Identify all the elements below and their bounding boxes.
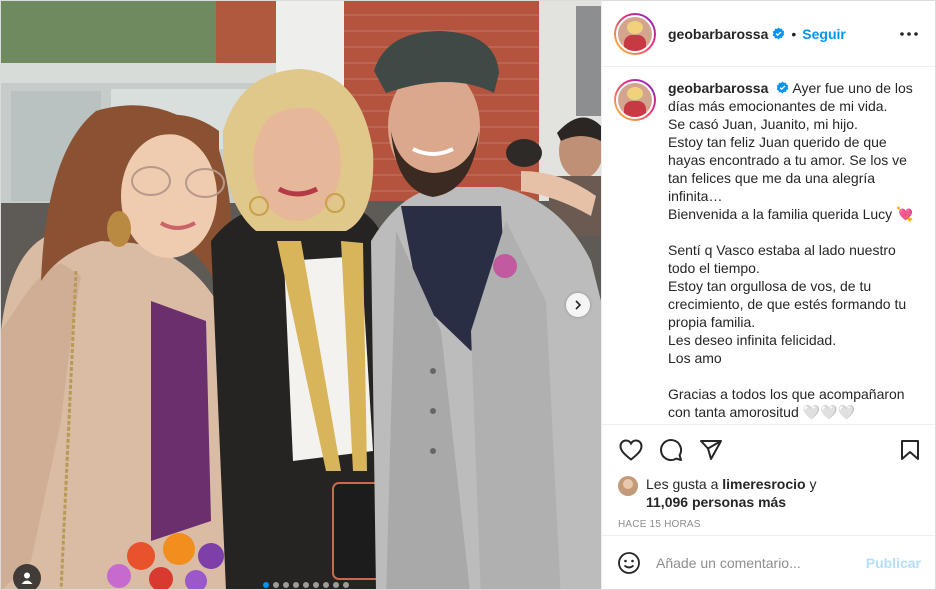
comment-input[interactable] (656, 554, 866, 571)
liker-avatar[interactable] (618, 476, 638, 496)
carousel-dot (323, 582, 329, 588)
chevron-right-icon (575, 300, 582, 310)
caption-line: Estoy tan orgullosa de vos, de tu crecim… (668, 278, 907, 330)
likes-summary: Les gusta a limeresrocio y 11,096 person… (602, 475, 935, 511)
emoji-icon[interactable] (616, 550, 642, 576)
heart-icon[interactable] (618, 437, 644, 463)
comment-icon[interactable] (658, 437, 684, 463)
likes-connector: y (809, 476, 817, 492)
post-timestamp[interactable]: HACE 15 HORAS (602, 511, 935, 530)
share-icon[interactable] (698, 437, 724, 463)
liker-username[interactable]: limeresrocio (722, 476, 805, 492)
user-tag-icon (21, 572, 33, 584)
author-username[interactable]: geobarbarossa (668, 26, 768, 42)
carousel-dot (333, 582, 339, 588)
caption-line (668, 223, 920, 241)
carousel-dot (303, 582, 309, 588)
tagged-users-button[interactable] (13, 564, 41, 589)
photo-illustration (1, 1, 601, 589)
caption-line: Bienvenida a la familia querida Lucy 💘 (668, 206, 914, 222)
carousel-dot (273, 582, 279, 588)
carousel-dot (313, 582, 319, 588)
caption-section: geobarbarossa Ayer fue uno de los días m… (602, 67, 935, 425)
more-options-icon[interactable] (897, 22, 921, 46)
action-bar (602, 425, 935, 475)
instagram-post: geobarbarossa • Seguir geobarbarossa Aye… (0, 0, 936, 590)
comment-box: Publicar (602, 535, 935, 589)
caption-author-avatar[interactable] (614, 79, 656, 121)
likes-count[interactable]: 11,096 personas más (646, 494, 786, 510)
caption-line: Se casó Juan, Juanito, mi hijo. (668, 116, 858, 132)
caption-username[interactable]: geobarbarossa (668, 80, 768, 96)
post-header: geobarbarossa • Seguir (602, 1, 935, 67)
author-avatar[interactable] (614, 12, 656, 55)
caption-line: Les deseo infinita felicidad. (668, 332, 837, 348)
save-icon[interactable] (897, 437, 923, 463)
verified-badge-icon (772, 27, 785, 40)
post-details-panel: geobarbarossa • Seguir geobarbarossa Aye… (601, 1, 935, 589)
carousel-indicator (263, 582, 349, 588)
publish-button[interactable]: Publicar (866, 555, 921, 571)
post-photo[interactable] (1, 1, 601, 589)
carousel-dot (293, 582, 299, 588)
next-slide-button[interactable] (566, 293, 590, 317)
carousel-dot-active (263, 582, 269, 588)
verified-badge-icon (776, 81, 789, 94)
caption-line: Estoy tan feliz Juan querido de que haya… (668, 134, 907, 204)
carousel-dot (283, 582, 289, 588)
caption-line: Los amo (668, 350, 722, 366)
caption-line: Sentí q Vasco estaba al lado nuestro tod… (668, 242, 896, 276)
caption-text: geobarbarossa Ayer fue uno de los días m… (668, 79, 920, 424)
likes-prefix: Les gusta a (646, 476, 719, 492)
carousel-dot (343, 582, 349, 588)
follow-button[interactable]: Seguir (802, 26, 846, 42)
caption-line (668, 367, 920, 385)
header-separator: • (791, 25, 797, 42)
caption-line: Gracias a todos los que acompañaron con … (668, 386, 905, 420)
likes-text: Les gusta a limeresrocio y 11,096 person… (646, 475, 816, 511)
